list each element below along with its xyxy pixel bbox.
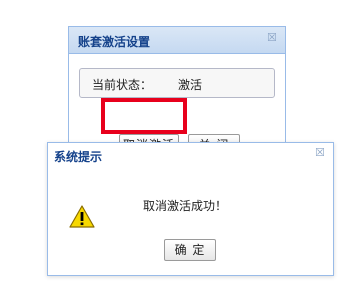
dialog-titlebar: 账套激活设置 ☒ — [69, 27, 285, 54]
dialog-titlebar: 系统提示 ☒ — [48, 143, 333, 167]
status-panel: 当前状态： 激活 — [79, 68, 275, 98]
status-label: 当前状态： — [92, 78, 153, 92]
close-icon[interactable]: ☒ — [267, 32, 277, 43]
status-value: 激活 — [178, 78, 203, 92]
close-icon[interactable]: ☒ — [315, 147, 325, 158]
dialog-title: 账套激活设置 — [78, 35, 151, 49]
dialog-body: 取消激活成功！ 确 定 — [48, 168, 333, 275]
system-prompt-dialog: 系统提示 ☒ 取消激活成功！ 确 定 — [47, 142, 334, 276]
screen: 账套激活设置 ☒ 当前状态： 激活 取消激活 关 闭 系统提示 ☒ 取消激活成功… — [0, 0, 347, 286]
dialog-title: 系统提示 — [54, 150, 103, 164]
warning-icon — [69, 205, 95, 228]
message-text: 取消激活成功！ — [143, 199, 228, 213]
confirm-button[interactable]: 确 定 — [164, 239, 216, 261]
